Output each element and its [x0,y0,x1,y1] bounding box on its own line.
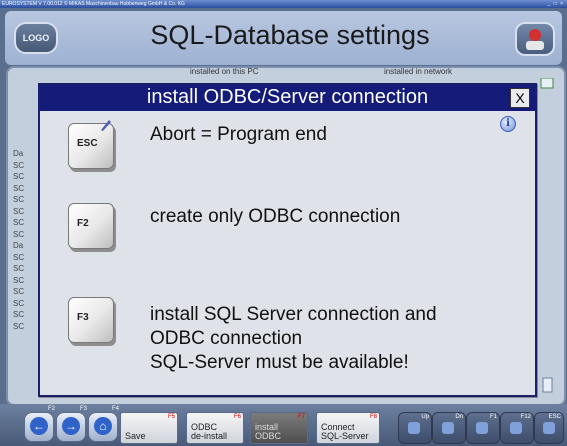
window-titlebar: EUROSYSTEM V 7.00.012 © MIKAS Maschinenb… [0,0,567,8]
home-icon: ⌂ [94,417,112,435]
odbc-deinstall-button[interactable]: F6 ODBC de-install [186,412,244,444]
f2-key-button[interactable]: F2 [68,203,114,249]
user-icon[interactable] [515,22,555,56]
function-key-label: Dn [455,414,463,420]
button-label: Connect SQL-Server [321,422,369,441]
up-icon [408,422,420,434]
function-key-label: F6 [233,414,241,420]
function-key-label: Up [421,414,429,420]
dialog-close-button[interactable]: X [510,88,530,108]
group-label-installed-pc: installed on this PC [190,67,259,76]
dialog-header: install ODBC/Server connection X [40,85,535,111]
function-key-label: F8 [369,414,377,420]
window-controls[interactable]: _ □ × [548,1,565,7]
exit-button[interactable]: ESC [534,412,564,444]
arrow-left-icon: ← [30,417,48,435]
back-button[interactable]: F2 ← [24,406,55,442]
f12-button[interactable]: F12 [500,412,534,444]
logo-button[interactable]: LOGO [14,22,58,54]
key-label: F2 [77,218,89,229]
button-label: ODBC de-install [191,422,228,441]
function-key-label: F1 [489,414,497,420]
help-button[interactable]: F1 [466,412,500,444]
function-key-label: F5 [167,414,175,420]
button-label: Save [125,431,146,441]
option-line: ODBC connection [150,328,303,349]
save-button[interactable]: F5 Save [120,412,178,444]
option-line: SQL-Server must be available! [150,352,409,373]
function-key-label: F3 [79,406,87,412]
down-icon [442,422,454,434]
button-label: install ODBC [255,422,282,441]
function-key-label: ESC [548,414,561,420]
forward-button[interactable]: F3 → [56,406,87,442]
up-button[interactable]: Up [398,412,432,444]
arrow-right-icon: → [62,417,80,435]
f3-key-button[interactable]: F3 [68,297,114,343]
dialog-title: install ODBC/Server connection [146,86,429,108]
exit-icon [543,422,555,434]
option-sql-server-text: install SQL Server connection and ODBC c… [150,303,437,375]
function-icon [510,422,522,434]
scrollbar[interactable] [540,77,554,398]
pointer-icon [101,120,111,131]
option-line: install SQL Server connection and [150,304,437,325]
esc-key-button[interactable]: ESC [68,120,114,169]
option-abort-text: Abort = Program end [150,123,327,147]
window-title: EUROSYSTEM V 7.00.012 © MIKAS Maschinenb… [2,1,185,7]
down-button[interactable]: Dn [432,412,466,444]
home-button[interactable]: F4 ⌂ [88,406,119,442]
info-icon[interactable]: i [500,116,516,132]
key-label: ESC [77,138,98,149]
install-odbc-button[interactable]: F7 install ODBC [250,412,308,444]
group-label-installed-network: installed in network [384,67,453,76]
option-odbc-only-text: create only ODBC connection [150,205,400,229]
help-icon [476,422,488,434]
install-dialog: install ODBC/Server connection X i ESC A… [38,83,537,397]
function-key-label: F2 [47,406,55,412]
page-title: SQL-Database settings [150,20,430,50]
connect-sql-server-button[interactable]: F8 Connect SQL-Server [316,412,380,444]
option-line: create only ODBC connection [150,206,401,227]
function-key-label: F7 [297,414,305,420]
function-key-label: F12 [520,414,531,420]
key-label: F3 [77,312,89,323]
function-key-label: F4 [111,406,119,412]
option-line: Abort = Program end [150,124,327,145]
